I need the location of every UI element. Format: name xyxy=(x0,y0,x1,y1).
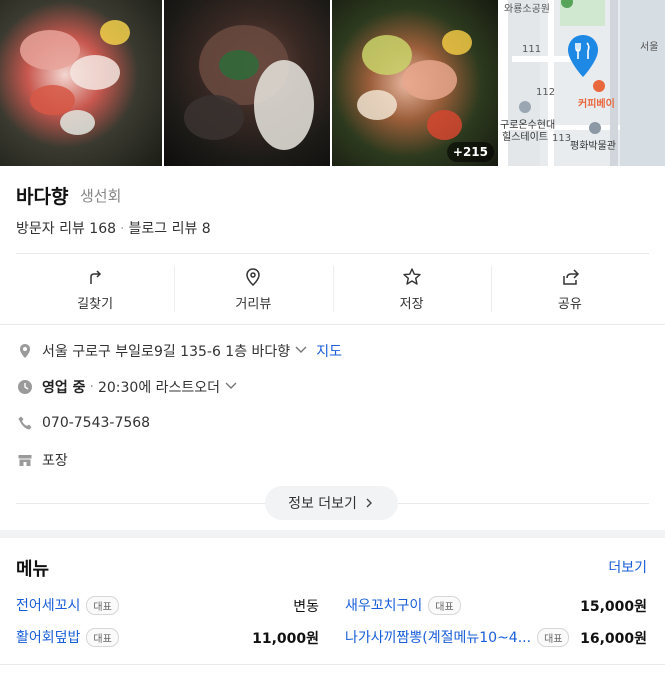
menu-item[interactable]: 활어회덮밥 대표 xyxy=(16,627,119,647)
visitor-reviews-link[interactable]: 방문자 리뷰 168 xyxy=(16,221,116,237)
phone-icon xyxy=(16,414,34,432)
menu-item-price: 16,000원 xyxy=(580,631,647,647)
map-link[interactable]: 지도 xyxy=(316,341,342,361)
clock-icon xyxy=(16,378,34,396)
directions-label: 길찾기 xyxy=(77,296,114,312)
signature-badge: 대표 xyxy=(86,627,119,647)
share-label: 공유 xyxy=(557,296,582,312)
action-bar: 길찾기 거리뷰 저장 공유 xyxy=(16,254,649,324)
separator-dot: · xyxy=(89,379,94,395)
map-museum-icon xyxy=(589,122,601,134)
address-row: 서울 구로구 부일로9길 135-6 1층 바다향 지도 xyxy=(16,341,342,361)
map-poi-icon xyxy=(519,101,531,113)
map-label-seoul: 서울 xyxy=(640,42,659,53)
menu-item-name[interactable]: 새우꼬치구이 xyxy=(345,595,422,615)
phone-number[interactable]: 070-7543-7568 xyxy=(42,415,150,431)
menu-item[interactable]: 나가사끼짬뽕(계절메뉴10~4... 대표 xyxy=(345,627,570,647)
location-pin-icon xyxy=(16,342,34,360)
map-label-112: 112 xyxy=(536,87,556,98)
directions-icon xyxy=(90,269,102,284)
more-info-label: 정보 더보기 xyxy=(288,496,357,512)
menu-more-link[interactable]: 더보기 xyxy=(608,557,647,577)
chevron-right-icon xyxy=(366,498,372,508)
menu-item[interactable]: 새우꼬치구이 대표 xyxy=(345,595,461,615)
map-label-museum: 평화박물관 xyxy=(570,141,616,152)
hours-status: 영업 중 xyxy=(42,380,86,396)
review-summary: 방문자 리뷰 168 · 블로그 리뷰 8 xyxy=(16,221,211,237)
map-label-113: 113 xyxy=(552,133,572,144)
save-button[interactable]: 저장 xyxy=(332,254,491,324)
menu-item-name[interactable]: 전어세꼬시 xyxy=(16,595,80,615)
menu-item-price: 변동 xyxy=(293,599,319,615)
divider xyxy=(0,664,665,665)
menu-item-price: 15,000원 xyxy=(580,599,647,615)
street-view-icon xyxy=(246,267,261,286)
menu-item[interactable]: 전어세꼬시 대표 xyxy=(16,595,119,615)
section-gap xyxy=(0,530,665,538)
directions-button[interactable]: 길찾기 xyxy=(16,254,174,324)
signature-badge: 대표 xyxy=(86,595,119,615)
chevron-down-icon[interactable] xyxy=(294,343,308,359)
phone-row: 070-7543-7568 xyxy=(16,414,150,432)
map-label-park: 와룡소공원 xyxy=(504,4,550,15)
menu-item-name[interactable]: 활어회덮밥 xyxy=(16,627,80,647)
food-photo-3[interactable]: +215 xyxy=(332,0,498,166)
save-label: 저장 xyxy=(399,296,424,312)
map-label-apartment-2: 힐스테이트 xyxy=(502,132,548,143)
mini-map[interactable]: 와룡소공원 서울 111 112 113 구로온수현대 힐스테이트 커피베이 평… xyxy=(500,0,665,166)
blog-reviews-link[interactable]: 블로그 리뷰 8 xyxy=(128,221,210,237)
store-icon xyxy=(16,451,34,469)
menu-item-name[interactable]: 나가사끼짬뽕(계절메뉴10~4... xyxy=(345,627,531,647)
menu-item-price: 11,000원 xyxy=(252,631,319,647)
street-view-label: 거리뷰 xyxy=(235,296,272,312)
star-icon xyxy=(402,267,421,285)
signature-badge: 대표 xyxy=(428,595,461,615)
place-name: 바다향 xyxy=(16,186,69,208)
divider xyxy=(0,324,665,325)
food-photo-1[interactable] xyxy=(0,0,162,166)
place-category: 생선회 xyxy=(80,187,122,205)
share-button[interactable]: 공유 xyxy=(490,254,649,324)
menu-title: 메뉴 xyxy=(16,559,50,580)
chevron-down-icon[interactable] xyxy=(224,379,238,395)
signature-badge: 대표 xyxy=(537,627,570,647)
service-text: 포장 xyxy=(42,453,68,469)
map-label-111: 111 xyxy=(522,44,542,55)
photo-strip: +215 와룡소공원 서울 111 112 113 구로온수현대 힐스테이트 커… xyxy=(0,0,665,166)
food-photo-2[interactable] xyxy=(164,0,330,166)
address-text: 서울 구로구 부일로9길 135-6 1층 바다향 xyxy=(42,344,291,360)
service-row: 포장 xyxy=(16,450,68,470)
map-label-cafe: 커피베이 xyxy=(578,99,615,110)
more-info-button[interactable]: 정보 더보기 xyxy=(265,486,398,520)
map-cafe-icon xyxy=(593,80,605,92)
photo-count-badge[interactable]: +215 xyxy=(446,142,494,162)
street-view-button[interactable]: 거리뷰 xyxy=(174,254,332,324)
map-pin-icon xyxy=(568,35,598,77)
hours-row[interactable]: 영업 중 · 20:30에 라스트오더 xyxy=(16,377,238,397)
hours-detail: 20:30에 라스트오더 xyxy=(97,380,221,396)
share-icon xyxy=(563,268,579,285)
